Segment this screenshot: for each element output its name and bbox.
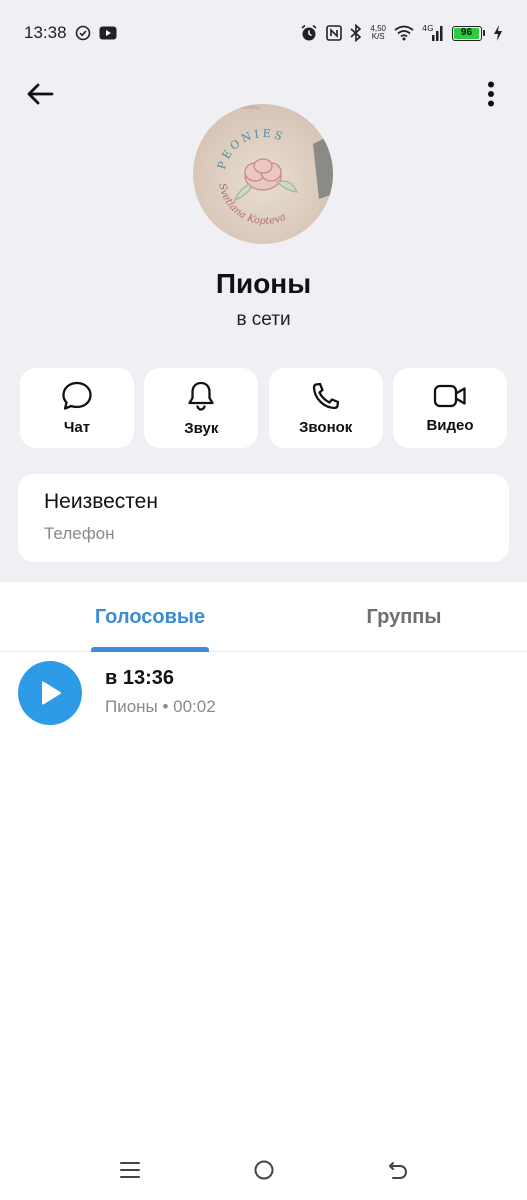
profile-name: Пионы — [215, 268, 312, 299]
call-button-label: Звонок — [298, 418, 353, 436]
svg-text:4G: 4G — [422, 24, 433, 33]
active-tab-indicator — [91, 647, 209, 652]
alarm-icon — [300, 24, 318, 42]
battery-indicator: 96 — [452, 25, 485, 41]
back-nav-icon — [388, 1162, 407, 1179]
media-tabs: Голосовые Группы — [0, 582, 527, 652]
phone-label: Телефон — [44, 524, 115, 543]
phone-icon — [312, 382, 339, 409]
chat-icon — [62, 381, 92, 410]
voice-message-item[interactable]: в 13:36 Пионы • 00:02 — [0, 656, 527, 732]
phone-value: Неизвестен — [44, 490, 158, 513]
play-icon — [42, 681, 61, 705]
more-options-button[interactable] — [473, 76, 509, 112]
net-speed: 4,50 K/S — [370, 24, 386, 41]
voice-message-time: в 13:36 — [105, 667, 175, 689]
tab-voice[interactable]: Голосовые — [80, 582, 220, 652]
sound-button[interactable]: Звук — [144, 368, 259, 448]
video-button-label: Видео — [426, 416, 474, 434]
menu-nav-button[interactable] — [118, 1158, 142, 1182]
bell-icon — [188, 381, 214, 411]
home-circle-icon — [254, 1160, 273, 1180]
play-button[interactable] — [18, 661, 82, 725]
back-button[interactable] — [22, 76, 58, 112]
action-buttons: Чат Звук Звонок Видео — [20, 368, 507, 448]
charging-icon — [493, 25, 503, 41]
back-nav-button[interactable] — [386, 1158, 410, 1182]
profile-status: в сети — [236, 309, 291, 330]
chat-button-label: Чат — [63, 418, 91, 436]
wifi-icon — [394, 25, 414, 41]
home-nav-button[interactable] — [252, 1158, 276, 1182]
cellular-signal-icon: 4G — [422, 24, 444, 42]
battery-level: 96 — [454, 27, 479, 39]
profile-avatar[interactable]: PEONIES Svetlana Kopteva — [193, 104, 333, 244]
avatar-logo-image: PEONIES Svetlana Kopteva — [193, 104, 333, 244]
nfc-icon — [326, 25, 343, 41]
arrow-left-icon — [27, 83, 54, 105]
hamburger-icon — [119, 1162, 140, 1178]
chat-button[interactable]: Чат — [20, 368, 134, 448]
bluetooth-icon — [350, 24, 362, 42]
sync-check-icon — [75, 25, 91, 41]
status-bar: 13:38 4,50 K/S 4G 96 — [0, 0, 527, 66]
call-button[interactable]: Звонок — [268, 368, 383, 448]
system-nav-bar — [0, 1140, 527, 1200]
tab-groups[interactable]: Группы — [334, 582, 474, 652]
more-vertical-icon — [488, 81, 494, 107]
video-button[interactable]: Видео — [392, 368, 507, 448]
voice-message-meta: Пионы • 00:02 — [105, 697, 216, 716]
phone-info-card[interactable]: Неизвестен Телефон — [18, 474, 509, 562]
status-time: 13:38 — [24, 23, 67, 42]
video-icon — [433, 384, 466, 407]
sound-button-label: Звук — [184, 419, 219, 437]
youtube-icon — [99, 26, 117, 40]
